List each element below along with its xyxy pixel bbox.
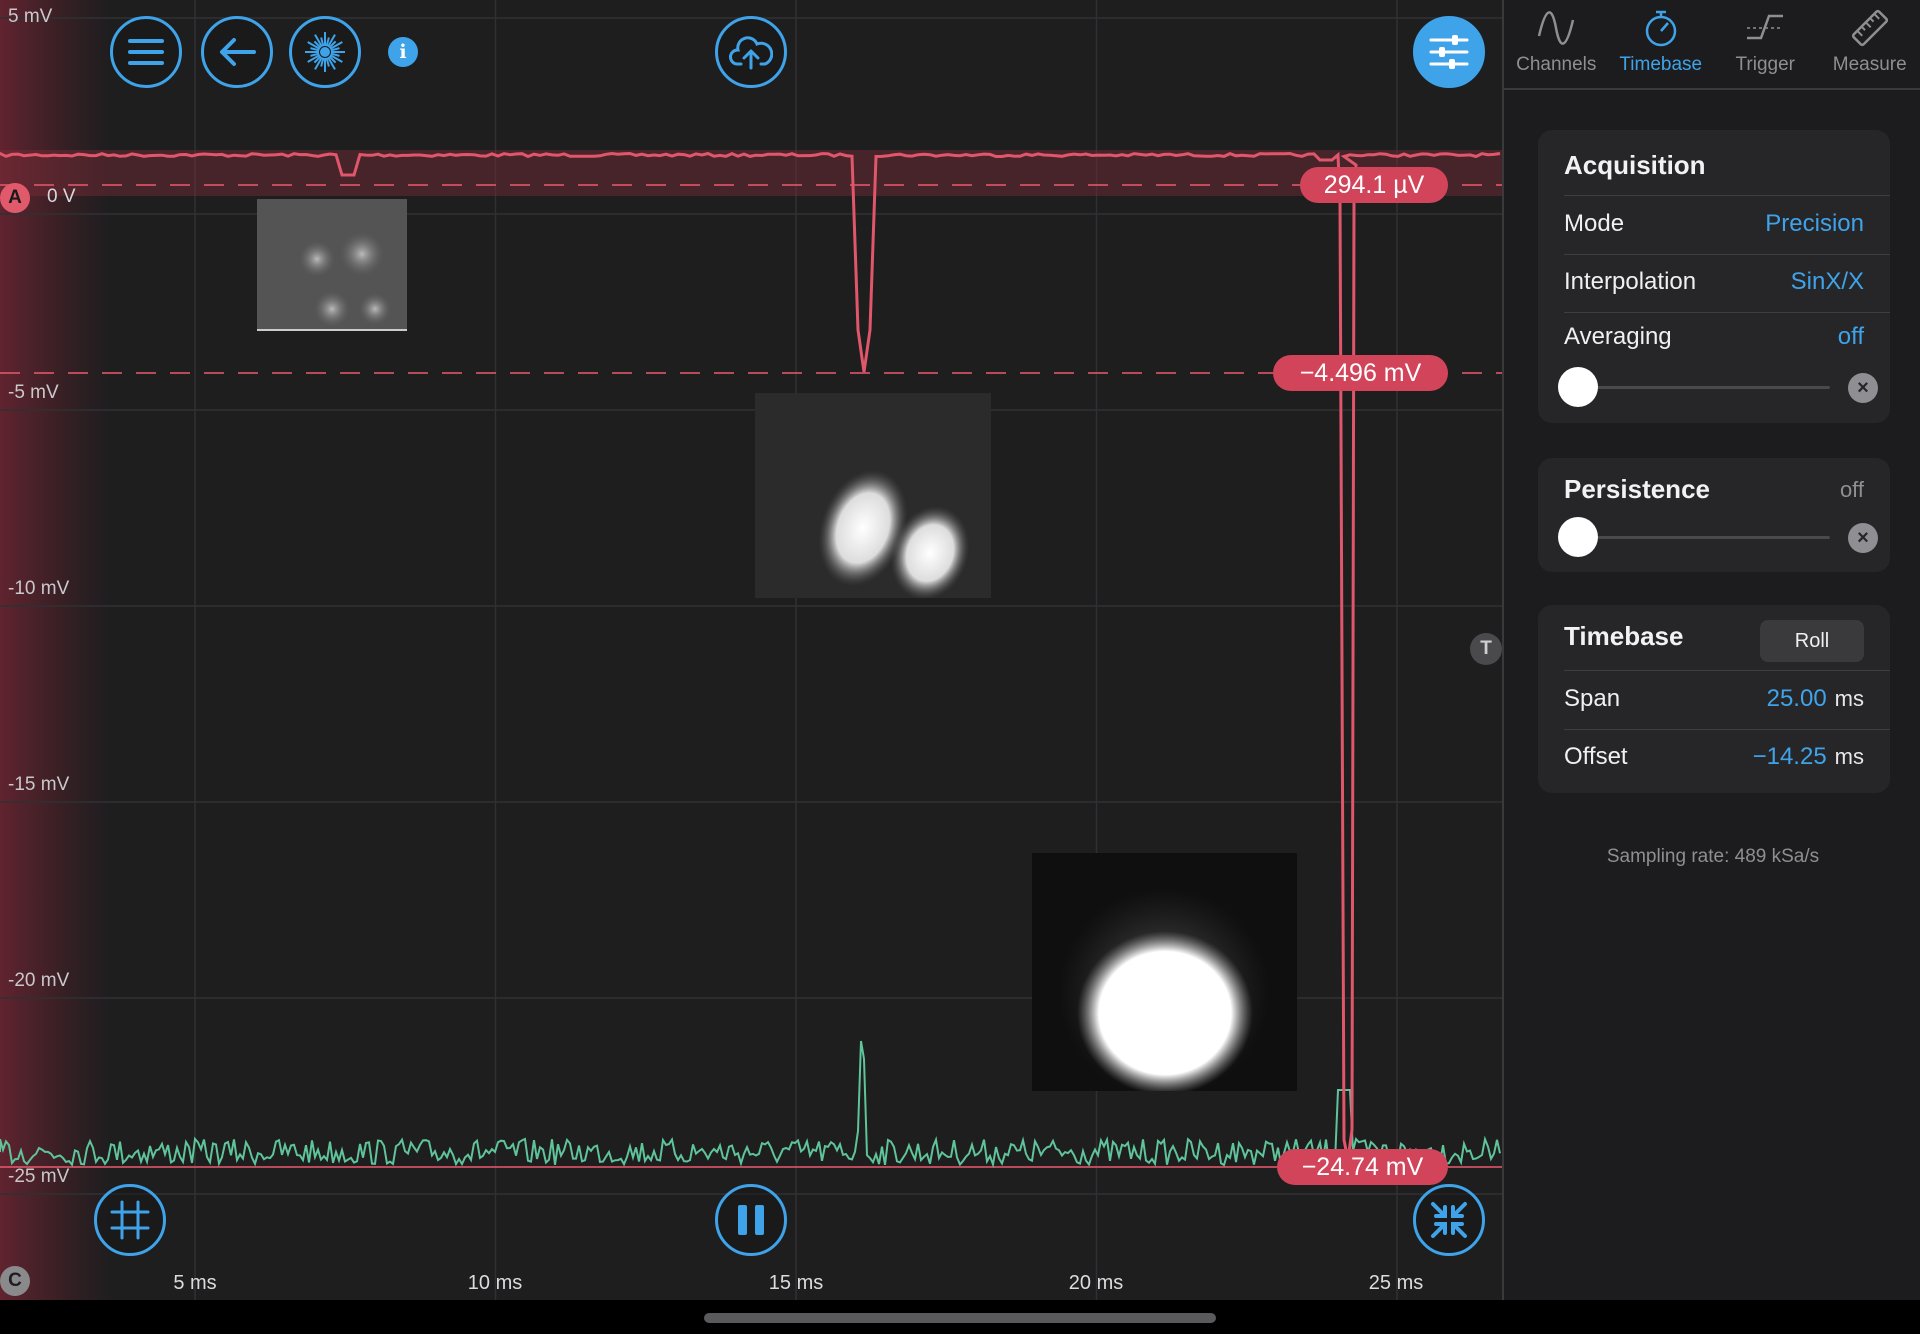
cursor-value-bottom[interactable]: −24.74 mV	[1277, 1149, 1448, 1185]
y-axis-label: -10 mV	[8, 578, 70, 599]
info-button[interactable]: i	[388, 37, 418, 67]
beam-image-small	[257, 199, 407, 331]
y-axis-label: -20 mV	[8, 970, 70, 991]
x-axis-label: 25 ms	[1368, 1272, 1424, 1294]
y-axis-label: -25 mV	[8, 1166, 70, 1187]
trigger-edge-icon	[1747, 14, 1784, 40]
settings-button[interactable]	[1413, 16, 1485, 88]
tab-trigger[interactable]: Trigger	[1713, 0, 1818, 88]
averaging-value: off	[1837, 323, 1864, 350]
mode-value[interactable]: Precision	[1765, 210, 1864, 238]
back-arrow-icon	[220, 38, 256, 66]
x-axis-label: 5 ms	[173, 1272, 217, 1294]
persistence-slider-track[interactable]	[1578, 536, 1830, 539]
x-axis-label: 10 ms	[467, 1272, 523, 1294]
pause-button[interactable]	[715, 1184, 787, 1256]
interpolation-row[interactable]: Interpolation SinX/X	[1564, 268, 1864, 296]
persistence-card: Persistence off ×	[1538, 458, 1890, 572]
menu-icon	[128, 39, 164, 65]
mode-label: Mode	[1564, 210, 1625, 237]
offset-unit: ms	[1834, 744, 1864, 769]
menu-button[interactable]	[110, 16, 182, 88]
offset-row[interactable]: Offset −14.25 ms	[1564, 743, 1864, 771]
timebase-title: Timebase	[1564, 621, 1684, 651]
persistence-title: Persistence	[1564, 474, 1710, 504]
scope-display[interactable]: 5 mV -5 mV -10 mV -15 mV -20 mV -25 mV 5…	[0, 0, 1502, 1300]
span-row[interactable]: Span 25.00 ms	[1564, 685, 1864, 713]
roll-button[interactable]: Roll	[1760, 620, 1864, 662]
beam-image-double	[755, 393, 991, 598]
timebase-card: Timebase Roll Span 25.00 ms Offset −14.25…	[1538, 605, 1890, 793]
sliders-icon	[1429, 35, 1469, 69]
tab-label: Trigger	[1735, 54, 1795, 75]
collapse-arrows-icon	[1431, 1202, 1467, 1238]
y-axis-label: -15 mV	[8, 774, 70, 795]
offset-value[interactable]: −14.25	[1753, 743, 1827, 770]
back-button[interactable]	[201, 16, 273, 88]
averaging-slider-track[interactable]	[1578, 386, 1830, 389]
acquisition-title: Acquisition	[1564, 150, 1706, 180]
x-axis-label: 20 ms	[1068, 1272, 1124, 1294]
interpolation-label: Interpolation	[1564, 268, 1697, 295]
acquisition-card: Acquisition Mode Precision Interpolation…	[1538, 130, 1890, 423]
cloud-upload-icon	[729, 36, 773, 70]
tab-label: Timebase	[1619, 54, 1703, 75]
tab-label: Measure	[1832, 54, 1907, 75]
trace-canvas	[0, 0, 1502, 1300]
persistence-slider-knob[interactable]	[1558, 517, 1598, 557]
sunburst-icon	[305, 32, 345, 72]
span-label: Span	[1564, 685, 1621, 712]
y-axis-label: 5 mV	[8, 6, 53, 27]
sine-wave-icon	[1538, 11, 1575, 45]
channel-a-marker[interactable]: A	[0, 183, 30, 213]
stopwatch-icon	[1645, 10, 1676, 47]
cursor-value-top[interactable]: 294.1 µV	[1300, 167, 1448, 203]
mode-row[interactable]: Mode Precision	[1564, 210, 1864, 238]
y-axis-label: -5 mV	[8, 382, 59, 403]
averaging-clear-button[interactable]: ×	[1848, 373, 1878, 403]
pause-icon	[738, 1205, 764, 1235]
averaging-row: Averaging off	[1564, 323, 1864, 351]
grid-cursor-button[interactable]	[94, 1184, 166, 1256]
averaging-label: Averaging	[1564, 323, 1672, 350]
x-axis-label: 15 ms	[768, 1272, 824, 1294]
channel-c-marker[interactable]: C	[0, 1266, 30, 1296]
panel-tabs: Channels Timebase Trigger Measure	[1504, 0, 1920, 90]
ruler-icon	[1851, 9, 1888, 47]
offset-label: Offset	[1564, 743, 1628, 770]
averaging-slider-knob[interactable]	[1558, 367, 1598, 407]
trigger-marker[interactable]: T	[1470, 633, 1502, 665]
persistence-clear-button[interactable]: ×	[1848, 523, 1878, 553]
channel-a-zero-label: 0 V	[47, 186, 76, 207]
span-value[interactable]: 25.00	[1767, 685, 1827, 712]
tab-channels[interactable]: Channels	[1504, 0, 1609, 88]
tab-timebase[interactable]: Timebase	[1609, 0, 1714, 88]
beam-image-single	[1032, 853, 1297, 1091]
oscilloscope-app: 5 mV -5 mV -10 mV -15 mV -20 mV -25 mV 5…	[0, 0, 1920, 1334]
persistence-value: off	[1839, 476, 1864, 502]
grid-cursor-icon	[110, 1200, 150, 1240]
tab-measure[interactable]: Measure	[1818, 0, 1920, 88]
laser-button[interactable]	[289, 16, 361, 88]
settings-panel: Channels Timebase Trigger Measure Acquis…	[1502, 0, 1920, 1300]
home-indicator[interactable]	[704, 1313, 1216, 1323]
interpolation-value[interactable]: SinX/X	[1791, 268, 1864, 296]
cursor-value-mid[interactable]: −4.496 mV	[1273, 355, 1448, 391]
tab-label: Channels	[1516, 54, 1597, 75]
upload-button[interactable]	[715, 16, 787, 88]
collapse-button[interactable]	[1413, 1184, 1485, 1256]
span-unit: ms	[1834, 686, 1864, 711]
sampling-rate: Sampling rate: 489 kSa/s	[1606, 846, 1820, 867]
